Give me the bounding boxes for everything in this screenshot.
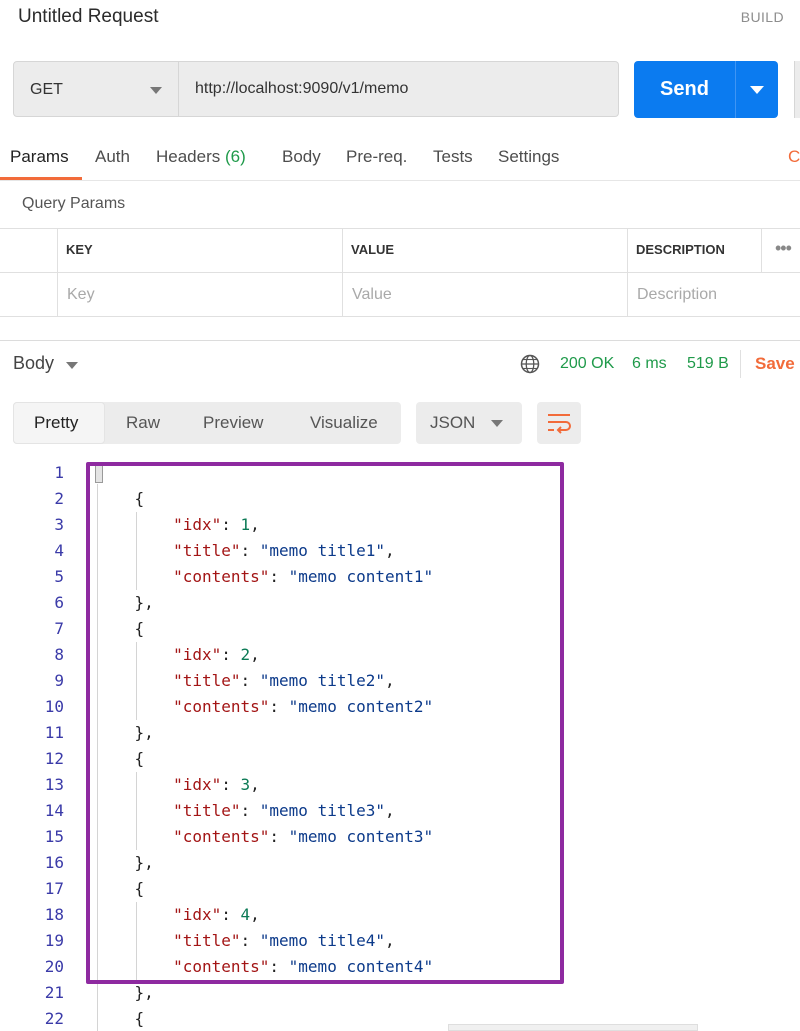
divider [761,228,762,272]
build-tab[interactable]: BUILD [741,9,784,25]
line-number: 12 [44,749,64,768]
query-params-title: Query Params [22,195,126,212]
tab-body[interactable]: Body [282,147,321,167]
line-number: 20 [44,957,64,976]
tab-headers-count: (6) [225,147,246,166]
line-number: 18 [44,905,64,924]
send-options-button[interactable] [735,61,778,118]
line-number: 3 [54,515,64,534]
bottom-panel-edge [448,1024,698,1031]
line-number: 4 [54,541,64,560]
response-body-label[interactable]: Body [13,353,54,374]
value-input[interactable]: Value [342,272,392,317]
view-preview-button[interactable]: Preview [203,413,263,433]
line-number: 13 [44,775,64,794]
divider [740,350,741,378]
wrap-lines-icon [548,414,571,434]
line-number: 2 [54,489,64,508]
line-number: 8 [54,645,64,664]
column-header-description: DESCRIPTION [636,242,725,257]
cookies-link[interactable]: C [788,147,800,167]
divider [0,340,800,341]
tab-prereq[interactable]: Pre-req. [346,147,407,167]
annotation-highlight-box [86,462,564,984]
method-value: GET [30,81,63,98]
response-size[interactable]: 519 B [687,355,729,373]
line-number: 5 [54,567,64,586]
line-number: 7 [54,619,64,638]
column-header-value: VALUE [351,242,395,257]
url-input[interactable]: http://localhost:9090/v1/memo [179,61,619,117]
tab-auth[interactable]: Auth [95,147,130,167]
chevron-down-icon [491,420,503,427]
tab-params[interactable]: Params [10,147,69,167]
view-pretty-button[interactable]: Pretty [13,402,105,444]
key-input[interactable]: Key [57,272,95,317]
request-title[interactable]: Untitled Request [18,6,158,28]
line-number: 10 [44,697,64,716]
line-number: 14 [44,801,64,820]
line-number: 17 [44,879,64,898]
code-line: }, [96,983,154,1002]
line-number: 15 [44,827,64,846]
line-number: 6 [54,593,64,612]
wrap-lines-button[interactable] [537,402,581,444]
format-select[interactable]: JSON [416,402,522,444]
globe-icon[interactable] [520,354,540,374]
line-number: 9 [54,671,64,690]
tab-settings[interactable]: Settings [498,147,559,167]
tab-headers-label: Headers [156,147,221,166]
save-response-button[interactable]: Save [755,354,795,374]
url-value: http://localhost:9090/v1/memo [195,80,409,97]
response-time[interactable]: 6 ms [632,355,667,373]
line-number: 11 [44,723,64,742]
code-line: { [96,1009,145,1028]
format-value: JSON [430,413,476,432]
column-header-key: KEY [66,242,93,257]
line-number: 1 [54,463,64,482]
chevron-down-icon [150,87,162,94]
tab-tests[interactable]: Tests [433,147,473,167]
save-button-partial[interactable] [794,61,800,118]
view-visualize-button[interactable]: Visualize [310,413,378,433]
line-number: 16 [44,853,64,872]
chevron-down-icon [750,86,764,94]
method-select[interactable]: GET [13,61,179,117]
view-pretty-label: Pretty [34,413,79,432]
send-button[interactable]: Send [634,61,735,118]
line-number: 21 [44,983,64,1002]
line-number: 19 [44,931,64,950]
divider [0,180,800,181]
more-icon[interactable]: ••• [775,238,792,259]
params-table: KEY VALUE DESCRIPTION ••• Key Value Desc… [0,228,800,317]
line-number: 22 [44,1009,64,1028]
tab-headers[interactable]: Headers (6) [156,147,246,167]
chevron-down-icon[interactable] [66,362,78,369]
description-input[interactable]: Description [627,272,717,317]
view-mode-group: Pretty Raw Preview Visualize [13,402,401,444]
status-code[interactable]: 200 OK [560,355,614,373]
view-raw-button[interactable]: Raw [126,413,160,433]
